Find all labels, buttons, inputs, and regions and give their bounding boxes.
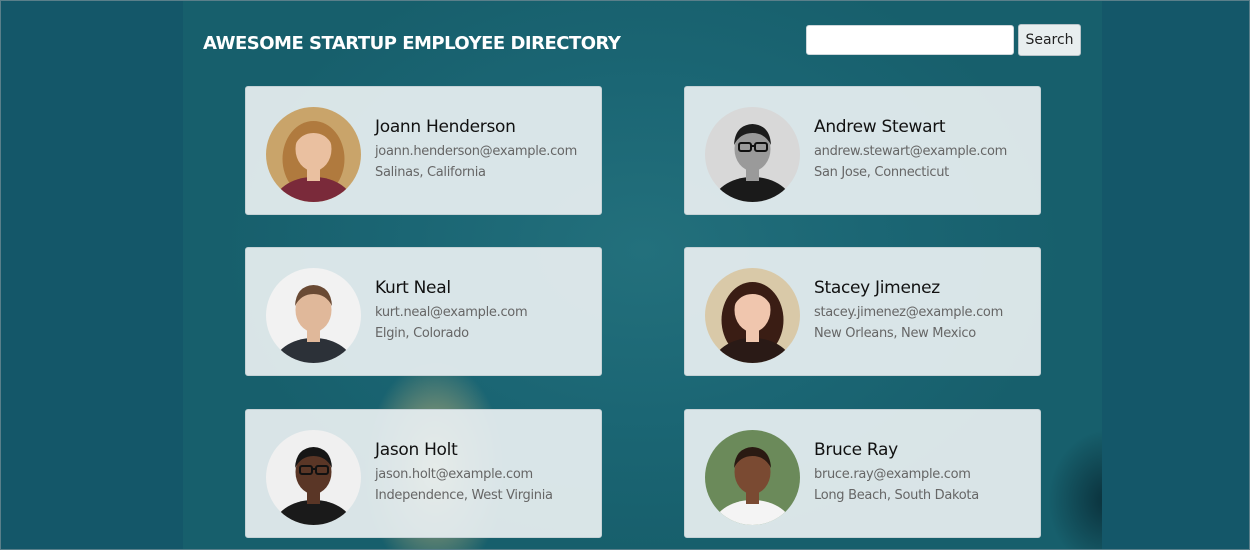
employee-name: Jason Holt	[375, 440, 458, 460]
employee-card[interactable]: Bruce Ray bruce.ray@example.com Long Beach…	[684, 409, 1041, 538]
employee-card[interactable]: Stacey Jimenez stacey.jimenez@example.com…	[684, 247, 1041, 376]
man-hoodie-avatar	[266, 268, 361, 363]
employee-email: andrew.stewart@example.com	[814, 144, 1008, 159]
employee-location: San Jose, Connecticut	[814, 165, 949, 180]
employee-card[interactable]: Jason Holt jason.holt@example.com Independ…	[245, 409, 602, 538]
employee-location: Independence, West Virginia	[375, 488, 553, 503]
employee-location: Elgin, Colorado	[375, 326, 469, 341]
employee-email: jason.holt@example.com	[375, 467, 533, 482]
page-container: AWESOME STARTUP EMPLOYEE DIRECTORY Searc…	[183, 0, 1102, 550]
employee-email: stacey.jimenez@example.com	[814, 305, 1003, 320]
woman-curly-hair-avatar	[266, 107, 361, 202]
man-glasses-bw-avatar	[705, 107, 800, 202]
employee-gallery: Joann Henderson joann.henderson@example.c…	[183, 0, 1102, 550]
employee-info: Jason Holt jason.holt@example.com Independ…	[375, 440, 597, 503]
employee-card[interactable]: Kurt Neal kurt.neal@example.com Elgin, Col…	[245, 247, 602, 376]
employee-name: Stacey Jimenez	[814, 278, 940, 298]
employee-info: Kurt Neal kurt.neal@example.com Elgin, Col…	[375, 278, 597, 341]
employee-name: Andrew Stewart	[814, 117, 946, 137]
man-white-shirt-avatar	[705, 430, 800, 525]
employee-location: Salinas, California	[375, 165, 486, 180]
employee-email: joann.henderson@example.com	[375, 144, 577, 159]
employee-info: Andrew Stewart andrew.stewart@example.com…	[814, 117, 1036, 180]
employee-email: kurt.neal@example.com	[375, 305, 528, 320]
employee-info: Joann Henderson joann.henderson@example.c…	[375, 117, 597, 180]
employee-name: Kurt Neal	[375, 278, 451, 298]
woman-dark-hair-avatar	[705, 268, 800, 363]
employee-location: New Orleans, New Mexico	[814, 326, 976, 341]
employee-location: Long Beach, South Dakota	[814, 488, 979, 503]
employee-email: bruce.ray@example.com	[814, 467, 971, 482]
employee-card[interactable]: Joann Henderson joann.henderson@example.c…	[245, 86, 602, 215]
employee-name: Joann Henderson	[375, 117, 516, 137]
employee-card[interactable]: Andrew Stewart andrew.stewart@example.com…	[684, 86, 1041, 215]
employee-info: Stacey Jimenez stacey.jimenez@example.com…	[814, 278, 1036, 341]
employee-name: Bruce Ray	[814, 440, 898, 460]
employee-info: Bruce Ray bruce.ray@example.com Long Beach…	[814, 440, 1036, 503]
man-glasses-avatar	[266, 430, 361, 525]
